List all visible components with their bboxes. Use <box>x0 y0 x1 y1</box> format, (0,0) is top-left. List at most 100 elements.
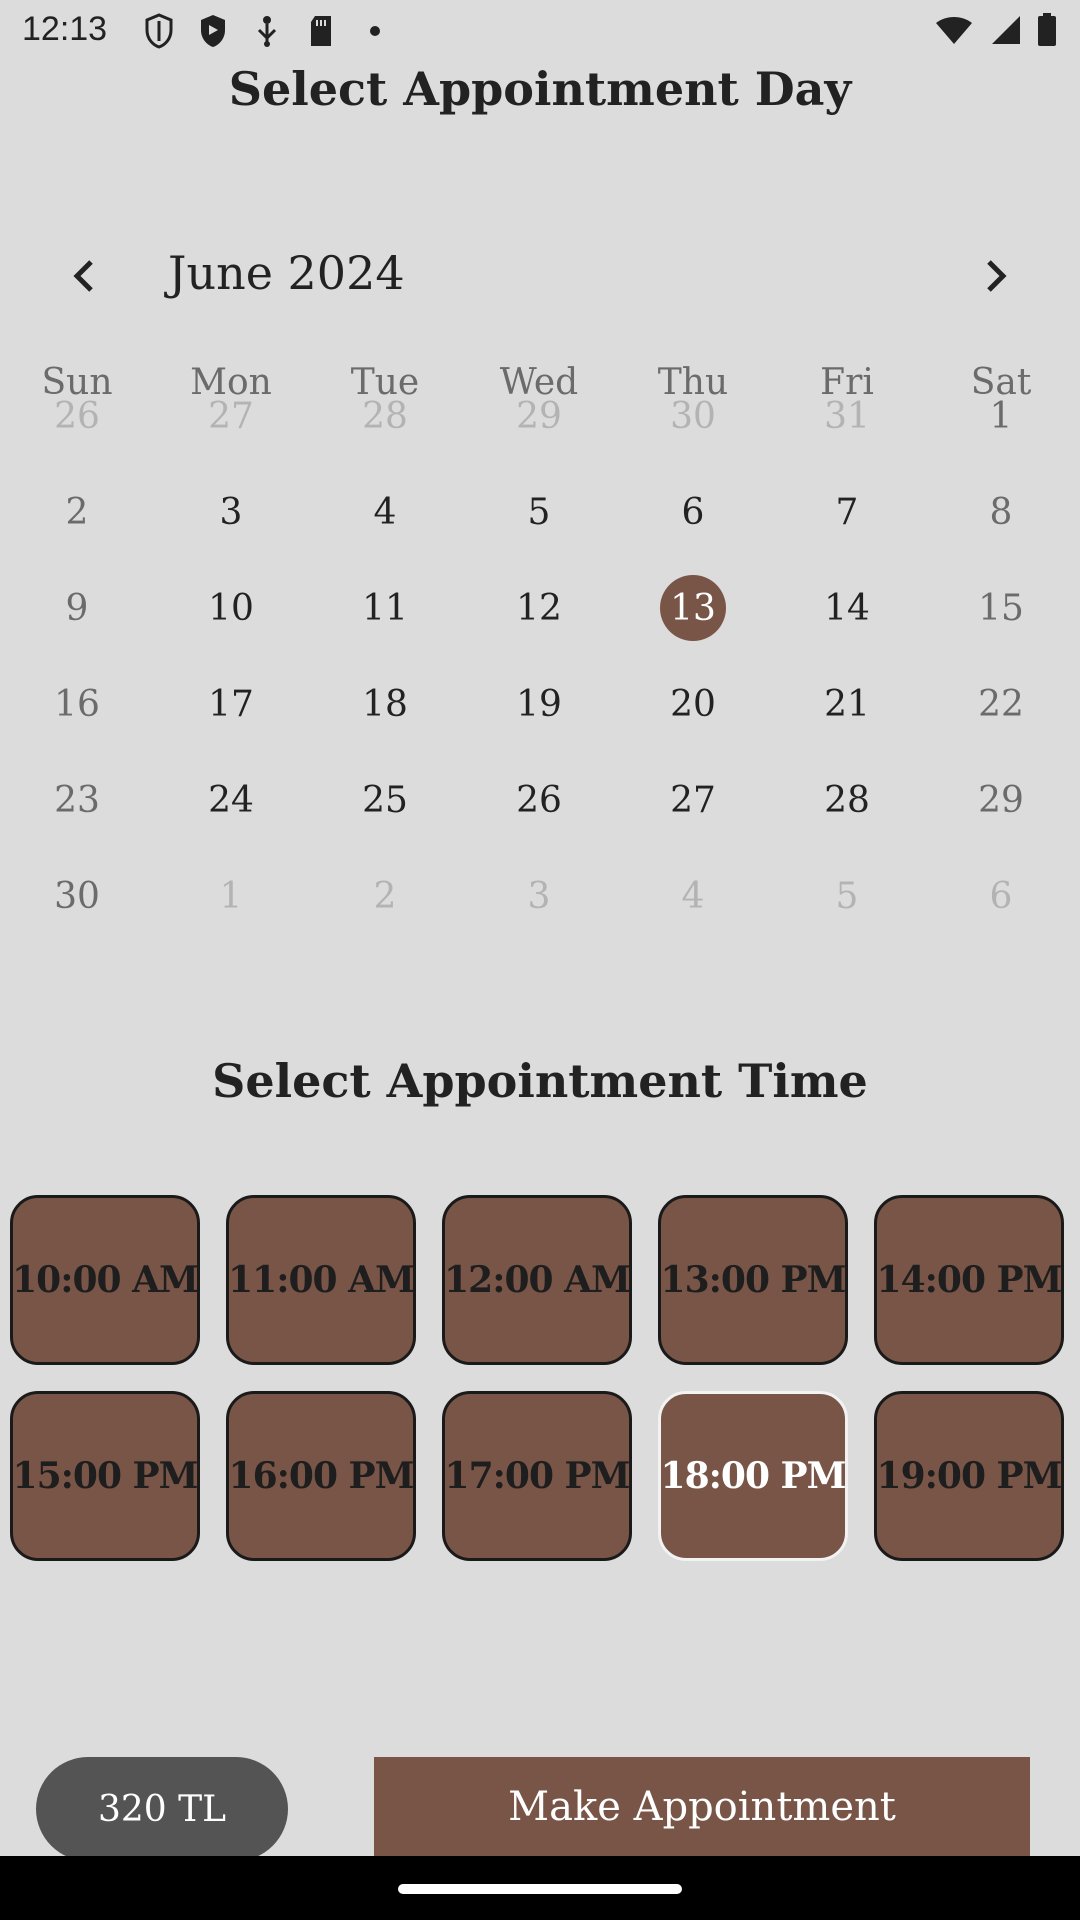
time-slot[interactable]: 14:00 PM <box>874 1195 1064 1365</box>
calendar-day-number: 27 <box>670 779 716 821</box>
calendar-day[interactable]: 14 <box>770 573 924 643</box>
calendar-day[interactable]: 4 <box>308 477 462 547</box>
calendar-day-number: 18 <box>362 683 408 725</box>
calendar-day-outside-month: 2 <box>308 861 462 931</box>
select-day-heading: Select Appointment Day <box>228 62 852 116</box>
calendar-day-outside-month: 27 <box>154 381 308 451</box>
calendar-day-number: 16 <box>54 683 100 725</box>
usb-icon <box>248 12 286 50</box>
calendar-day-number: 4 <box>681 875 705 917</box>
calendar-day[interactable]: 19 <box>462 669 616 739</box>
calendar-day-number: 28 <box>824 779 870 821</box>
time-slot-selected[interactable]: 18:00 PM <box>658 1391 848 1561</box>
calendar-day-number: 23 <box>54 779 100 821</box>
calendar-day-selected[interactable]: 13 <box>616 573 770 643</box>
time-slot[interactable]: 19:00 PM <box>874 1391 1064 1561</box>
time-slot[interactable]: 11:00 AM <box>226 1195 416 1365</box>
dot-icon <box>356 12 394 50</box>
calendar-day-number: 3 <box>527 875 551 917</box>
calendar-day-number: 30 <box>54 875 100 917</box>
calendar-day[interactable]: 9 <box>0 573 154 643</box>
calendar-day[interactable]: 7 <box>770 477 924 547</box>
calendar-day-outside-month: 31 <box>770 381 924 451</box>
calendar-day[interactable]: 17 <box>154 669 308 739</box>
calendar-day-number: 1 <box>989 395 1013 437</box>
calendar-day[interactable]: 25 <box>308 765 462 835</box>
calendar-day-outside-month: 26 <box>0 381 154 451</box>
calendar-day-number: 2 <box>373 875 397 917</box>
calendar-day[interactable]: 1 <box>924 381 1078 451</box>
calendar-day[interactable]: 11 <box>308 573 462 643</box>
sd-card-icon <box>302 12 340 50</box>
calendar-day-number: 10 <box>208 587 254 629</box>
calendar-day-number: 27 <box>208 395 254 437</box>
previous-month-button[interactable] <box>56 248 112 304</box>
calendar-day[interactable]: 23 <box>0 765 154 835</box>
calendar-day-number: 29 <box>516 395 562 437</box>
calendar-day-number: 1 <box>219 875 243 917</box>
status-time: 12:13 <box>22 10 108 48</box>
calendar-day-number: 31 <box>824 395 870 437</box>
calendar-day-number: 8 <box>989 491 1013 533</box>
calendar-day[interactable]: 30 <box>0 861 154 931</box>
calendar-day[interactable]: 20 <box>616 669 770 739</box>
calendar-day[interactable]: 24 <box>154 765 308 835</box>
calendar-day-number: 5 <box>835 875 859 917</box>
time-slot[interactable]: 12:00 AM <box>442 1195 632 1365</box>
shield-filled-icon <box>194 12 232 50</box>
calendar-day-outside-month: 6 <box>924 861 1078 931</box>
calendar-day-number: 17 <box>208 683 254 725</box>
calendar-day-number: 9 <box>65 587 89 629</box>
chevron-left-icon <box>73 260 93 292</box>
price-badge: 320 TL <box>36 1757 288 1861</box>
calendar-day-number: 13 <box>660 575 726 641</box>
next-month-button[interactable] <box>968 248 1024 304</box>
make-appointment-button[interactable]: Make Appointment <box>374 1757 1030 1857</box>
time-slot[interactable]: 15:00 PM <box>10 1391 200 1561</box>
calendar-day-number: 30 <box>670 395 716 437</box>
calendar-day[interactable]: 22 <box>924 669 1078 739</box>
calendar-day-number: 6 <box>681 491 705 533</box>
calendar-day-number: 12 <box>516 587 562 629</box>
calendar-day-number: 7 <box>835 491 859 533</box>
calendar-day[interactable]: 27 <box>616 765 770 835</box>
calendar-day-number: 22 <box>978 683 1024 725</box>
time-slot[interactable]: 17:00 PM <box>442 1391 632 1561</box>
calendar-day[interactable]: 29 <box>924 765 1078 835</box>
calendar-day[interactable]: 16 <box>0 669 154 739</box>
wifi-icon <box>934 14 974 50</box>
calendar-day[interactable]: 26 <box>462 765 616 835</box>
time-slot[interactable]: 16:00 PM <box>226 1391 416 1561</box>
calendar-day[interactable]: 5 <box>462 477 616 547</box>
calendar-header: June 2024 <box>0 240 1080 310</box>
calendar-day[interactable]: 10 <box>154 573 308 643</box>
calendar-day-number: 29 <box>978 779 1024 821</box>
time-slot[interactable]: 13:00 PM <box>658 1195 848 1365</box>
status-bar: 12:13 <box>0 0 1080 62</box>
calendar-day-outside-month: 1 <box>154 861 308 931</box>
calendar-day[interactable]: 28 <box>770 765 924 835</box>
calendar-day-number: 2 <box>65 491 89 533</box>
calendar-day[interactable]: 3 <box>154 477 308 547</box>
calendar-day-number: 28 <box>362 395 408 437</box>
calendar-day[interactable]: 8 <box>924 477 1078 547</box>
calendar-day-number: 26 <box>516 779 562 821</box>
calendar-day[interactable]: 2 <box>0 477 154 547</box>
calendar-day-number: 11 <box>362 587 408 629</box>
time-slot[interactable]: 10:00 AM <box>10 1195 200 1365</box>
calendar-day[interactable]: 6 <box>616 477 770 547</box>
shield-outline-icon <box>140 12 178 50</box>
calendar-day[interactable]: 15 <box>924 573 1078 643</box>
battery-icon <box>1036 12 1058 52</box>
chevron-right-icon <box>987 260 1007 292</box>
calendar-day[interactable]: 12 <box>462 573 616 643</box>
calendar-day-number: 26 <box>54 395 100 437</box>
calendar-day-number: 25 <box>362 779 408 821</box>
calendar-day-outside-month: 30 <box>616 381 770 451</box>
calendar-day-number: 15 <box>978 587 1024 629</box>
home-indicator[interactable] <box>398 1884 682 1894</box>
calendar-day[interactable]: 21 <box>770 669 924 739</box>
calendar-day-number: 21 <box>824 683 870 725</box>
calendar-day-outside-month: 4 <box>616 861 770 931</box>
calendar-day[interactable]: 18 <box>308 669 462 739</box>
